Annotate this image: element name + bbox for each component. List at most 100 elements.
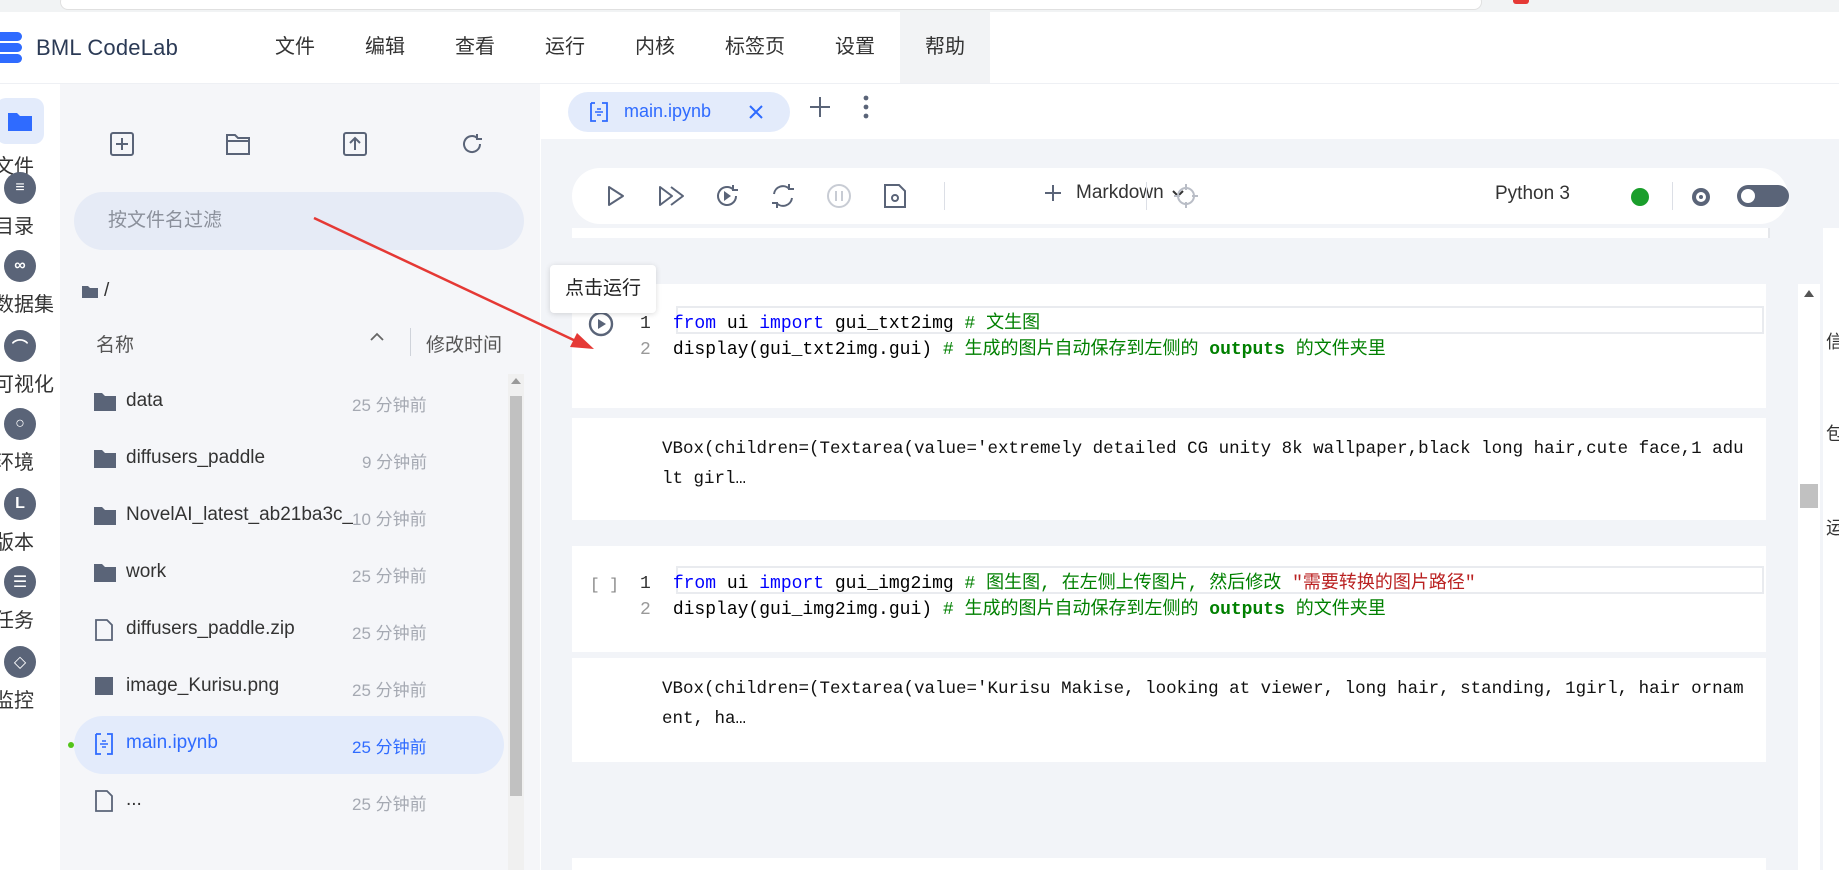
- file-time: 25 分钟前: [352, 795, 427, 814]
- scrollbar-thumb[interactable]: [1800, 484, 1818, 508]
- file-item-diffusers-paddle[interactable]: diffusers_paddle 9 分钟前: [74, 431, 504, 489]
- folder-icon: [0, 98, 44, 144]
- file-time: 25 分钟前: [352, 567, 427, 586]
- file-name: work: [126, 561, 167, 582]
- cell-type-select[interactable]: Markdown: [1042, 182, 1186, 204]
- file-time: 9 分钟前: [362, 453, 428, 472]
- debugger-toggle[interactable]: [1737, 185, 1789, 207]
- top-bar: BML CodeLab 文件 编辑 查看 运行 内核 标签页 设置 帮助: [0, 12, 1839, 84]
- add-tab-icon[interactable]: [807, 94, 833, 120]
- new-folder-icon[interactable]: [218, 124, 258, 164]
- code-line-2[interactable]: 2 display(gui_txt2img.gui) # 生成的图片自动保存到左…: [640, 334, 1386, 360]
- activity-label: 任务: [0, 610, 34, 632]
- toggle-knob: [1741, 189, 1755, 203]
- task-icon: ☰: [4, 566, 36, 598]
- debug-target-icon[interactable]: [1171, 181, 1201, 211]
- notebook-scrollbar[interactable]: [1798, 284, 1820, 870]
- right-panel-tab[interactable]: 包: [1826, 420, 1839, 446]
- activity-monitor[interactable]: ◇ 监控: [0, 646, 60, 713]
- file-item-work[interactable]: work 25 分钟前: [74, 545, 504, 603]
- previous-cell-edge: [572, 228, 1770, 238]
- menu-help[interactable]: 帮助: [900, 12, 990, 83]
- kernel-status-indicator: [1631, 188, 1649, 206]
- code-line-1[interactable]: 1 from ui import gui_img2img # 图生图, 在左侧上…: [640, 568, 1476, 594]
- output-line: lt girl…: [662, 469, 747, 489]
- menu-edit[interactable]: 编辑: [340, 12, 430, 83]
- activity-files[interactable]: 文件: [0, 98, 60, 179]
- activity-version[interactable]: L 版本: [0, 488, 60, 555]
- activity-dataset[interactable]: ∞ 数据集: [0, 250, 60, 317]
- code-line-2[interactable]: 2 display(gui_img2img.gui) # 生成的图片自动保存到左…: [640, 594, 1386, 620]
- file-browser-toolbar: [60, 124, 540, 164]
- run-all-icon[interactable]: [656, 181, 686, 211]
- save-icon[interactable]: [880, 181, 910, 211]
- notebook-icon: [590, 102, 608, 122]
- new-file-icon[interactable]: [102, 124, 142, 164]
- restart-run-all-icon[interactable]: [712, 181, 742, 211]
- tab-main-ipynb[interactable]: main.ipynb: [568, 92, 790, 132]
- notebook-icon: [95, 733, 113, 755]
- extension-icon[interactable]: [1513, 0, 1529, 4]
- sort-ascending-icon[interactable]: [368, 328, 386, 346]
- activity-visualization[interactable]: ⌒ 可视化: [0, 330, 60, 397]
- execution-prompt: [ ]: [590, 576, 619, 594]
- right-panel-tab[interactable]: 信: [1826, 328, 1839, 354]
- kernel-name[interactable]: Python 3: [1495, 183, 1570, 205]
- right-side-panel: 信 包 运: [1823, 228, 1839, 870]
- run-cell-icon[interactable]: [587, 310, 615, 338]
- menu-file[interactable]: 文件: [250, 12, 340, 83]
- breadcrumb-path: /: [104, 280, 110, 301]
- breadcrumb[interactable]: /: [82, 280, 109, 302]
- menu-run[interactable]: 运行: [520, 12, 610, 83]
- output-line: VBox(children=(Textarea(value='Kurisu Ma…: [662, 679, 1744, 699]
- menu-bar: 文件 编辑 查看 运行 内核 标签页 设置 帮助: [250, 12, 990, 83]
- file-name: image_Kurisu.png: [126, 675, 280, 696]
- notebook-toolbar: Markdown Python 3: [572, 168, 1789, 224]
- code-cell-1[interactable]: 1 from ui import gui_txt2img # 文生图 2 dis…: [572, 284, 1766, 408]
- upload-icon[interactable]: [335, 124, 375, 164]
- right-panel-tab[interactable]: 运: [1826, 514, 1839, 540]
- file-time: 25 分钟前: [352, 738, 427, 757]
- activity-task[interactable]: ☰ 任务: [0, 566, 60, 633]
- refresh-icon[interactable]: [452, 124, 492, 164]
- close-icon[interactable]: [745, 101, 767, 123]
- more-vertical-icon[interactable]: [861, 94, 871, 120]
- file-item-image[interactable]: image_Kurisu.png 25 分钟前: [74, 659, 504, 717]
- scroll-up-icon[interactable]: [1804, 290, 1814, 297]
- column-name[interactable]: 名称: [96, 330, 134, 357]
- file-item-partial[interactable]: ... 25 分钟前: [74, 773, 504, 831]
- file-filter-input[interactable]: [74, 192, 524, 250]
- bug-icon[interactable]: [1686, 181, 1716, 211]
- next-cell-edge: [572, 858, 1766, 870]
- activity-label: 环境: [0, 452, 34, 474]
- toolbar-divider: [1672, 182, 1673, 210]
- activity-toc[interactable]: ≡ 目录: [0, 172, 60, 239]
- code-cell-2[interactable]: [ ] 1 from ui import gui_img2img # 图生图, …: [572, 546, 1766, 652]
- run-cell-icon[interactable]: [600, 181, 630, 211]
- file-list-scrollbar[interactable]: [508, 374, 524, 870]
- scrollbar-thumb[interactable]: [510, 396, 522, 796]
- scroll-up-icon[interactable]: [511, 378, 521, 384]
- menu-settings[interactable]: 设置: [810, 12, 900, 83]
- file-item-main-ipynb[interactable]: main.ipynb 25 分钟前: [68, 716, 504, 774]
- menu-kernel[interactable]: 内核: [610, 12, 700, 83]
- file-item-zip[interactable]: diffusers_paddle.zip 25 分钟前: [74, 602, 504, 660]
- code-line-1[interactable]: 1 from ui import gui_txt2img # 文生图: [640, 308, 1040, 334]
- file-item-data[interactable]: data 25 分钟前: [74, 374, 504, 432]
- activity-label: 监控: [0, 690, 34, 712]
- file-icon: [95, 790, 113, 812]
- output-line: VBox(children=(Textarea(value='extremely…: [662, 439, 1744, 459]
- list-icon: ≡: [4, 172, 36, 204]
- menu-view[interactable]: 查看: [430, 12, 520, 83]
- output-cell-2: VBox(children=(Textarea(value='Kurisu Ma…: [572, 658, 1766, 762]
- file-name: NovelAI_latest_ab21ba3c_: [126, 504, 354, 525]
- restart-kernel-icon[interactable]: [768, 181, 798, 211]
- interrupt-kernel-icon[interactable]: [824, 181, 854, 211]
- column-modified[interactable]: 修改时间: [426, 330, 502, 357]
- monitor-icon: ◇: [4, 646, 36, 678]
- menu-tabs[interactable]: 标签页: [700, 12, 810, 83]
- open-indicator: [68, 742, 74, 748]
- address-bar[interactable]: [60, 0, 1482, 10]
- activity-environment[interactable]: ○ 环境: [0, 408, 60, 475]
- file-item-novelai[interactable]: NovelAI_latest_ab21ba3c_ 10 分钟前: [74, 488, 504, 546]
